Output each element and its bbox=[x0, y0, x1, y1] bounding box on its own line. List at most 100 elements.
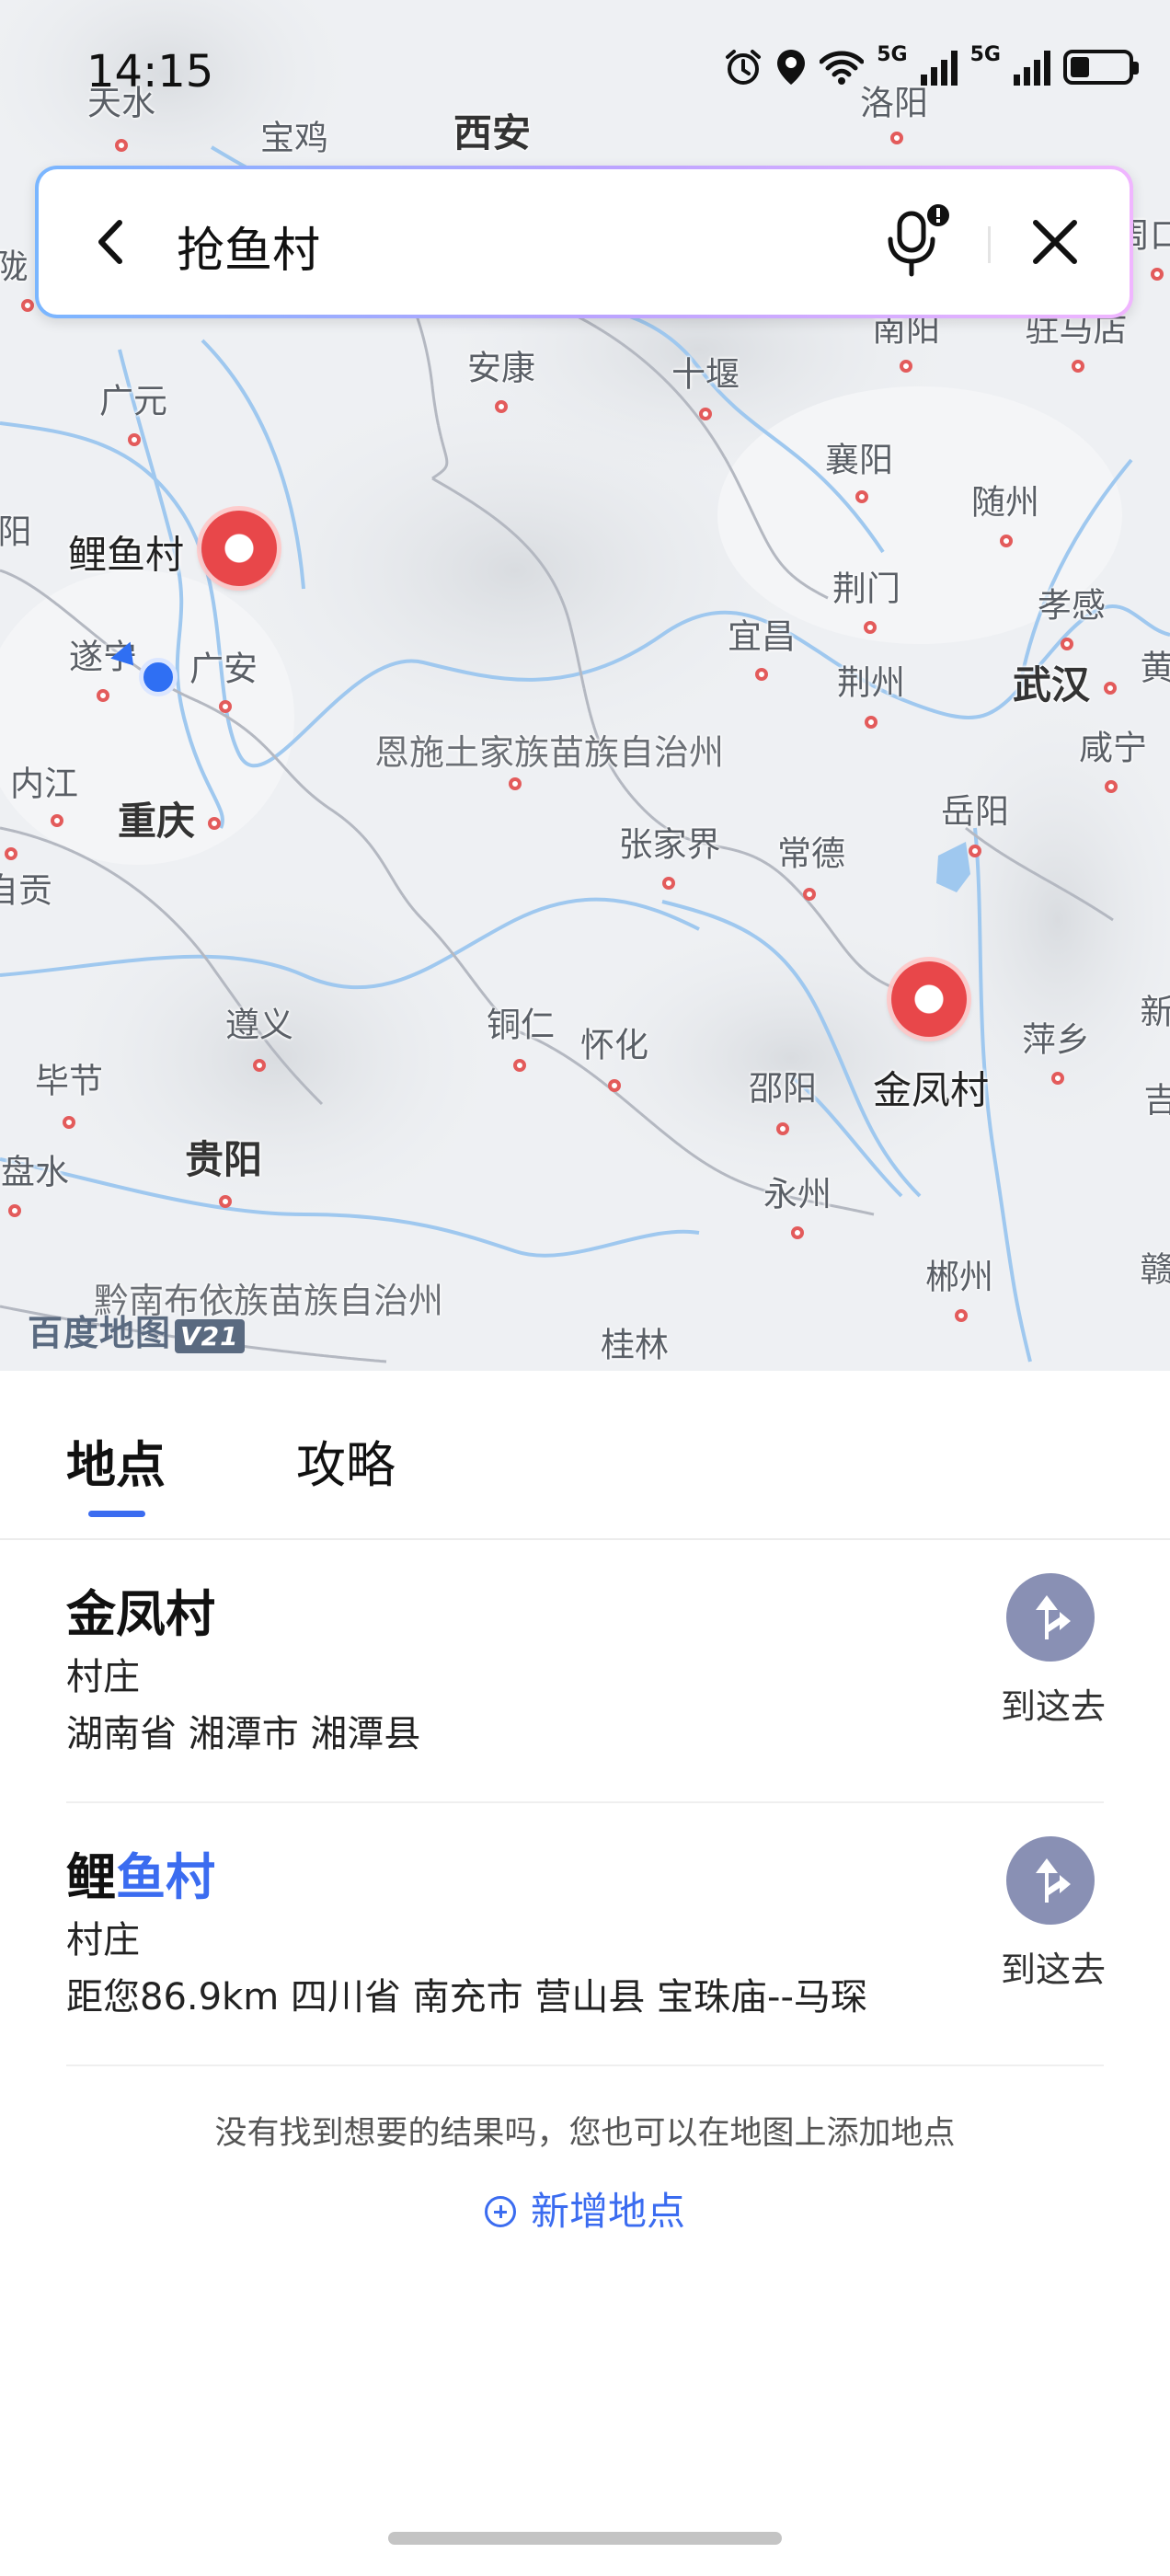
city-dot bbox=[219, 700, 232, 713]
directions-button[interactable] bbox=[1006, 1573, 1095, 1662]
map-label: 铜仁 bbox=[487, 1005, 555, 1045]
directions-label[interactable]: 到这去 bbox=[993, 1678, 1113, 1729]
city-dot bbox=[1104, 682, 1117, 695]
microphone-icon[interactable] bbox=[883, 202, 955, 280]
divider bbox=[66, 2064, 1104, 2066]
city-dot bbox=[864, 621, 877, 634]
result-item[interactable]: 鲤鱼村 村庄 距您86.9km 四川省 南充市 营山县 宝珠庙--马琛 到这去 bbox=[0, 1803, 1170, 2066]
map-label: 武汉 bbox=[1012, 662, 1091, 707]
result-name-text: 鲤 bbox=[66, 1848, 116, 1906]
alarm-icon bbox=[726, 50, 762, 85]
pin-label: 鲤鱼村 bbox=[67, 532, 185, 578]
map-label: 阳 bbox=[0, 512, 32, 552]
battery-icon bbox=[1063, 50, 1139, 85]
map-label: 郴州 bbox=[925, 1257, 993, 1297]
map-label: 西安 bbox=[453, 110, 532, 155]
city-dot bbox=[803, 888, 816, 901]
city-dot bbox=[890, 132, 903, 144]
map-label: 桂林 bbox=[601, 1325, 669, 1365]
result-name: 鲤鱼村 bbox=[66, 1836, 215, 1909]
map-label: 吉 bbox=[1143, 1080, 1170, 1121]
map-label: 黄 bbox=[1140, 648, 1170, 688]
city-dot bbox=[219, 1195, 232, 1208]
map-label: 安康 bbox=[467, 348, 535, 388]
city-dot bbox=[63, 1116, 75, 1129]
city-dot bbox=[776, 1122, 789, 1135]
status-time: 14:15 bbox=[86, 46, 214, 98]
city-dot bbox=[8, 1204, 21, 1217]
directions-label[interactable]: 到这去 bbox=[993, 1941, 1113, 1992]
map-label: 陇 bbox=[0, 247, 29, 287]
city-dot bbox=[1000, 535, 1013, 547]
result-type: 村庄 bbox=[66, 1919, 140, 1961]
result-name-highlight: 鱼村 bbox=[116, 1848, 215, 1906]
network-type-label: 5G bbox=[877, 42, 908, 66]
search-divider bbox=[988, 226, 991, 263]
map-label: 赣 bbox=[1140, 1249, 1170, 1290]
directions-button[interactable] bbox=[1006, 1836, 1095, 1925]
map-label: 自贡 bbox=[0, 870, 52, 911]
search-query[interactable]: 抢鱼村 bbox=[177, 212, 320, 281]
city-dot bbox=[865, 716, 878, 729]
city-dot bbox=[115, 139, 128, 152]
map-label: 襄阳 bbox=[825, 440, 893, 480]
city-dot bbox=[955, 1309, 968, 1322]
map-label: 贵阳 bbox=[184, 1137, 263, 1182]
result-name-text: 金凤村 bbox=[66, 1585, 215, 1643]
map-label: 张家界 bbox=[618, 824, 721, 865]
status-icons: 5G 5G bbox=[724, 43, 1139, 86]
home-indicator[interactable] bbox=[388, 2532, 782, 2545]
city-dot bbox=[755, 668, 768, 681]
result-address: 湖南省 湘潭市 湘潭县 bbox=[66, 1713, 421, 1755]
city-dot bbox=[1105, 780, 1118, 793]
network-type-label: 5G bbox=[969, 42, 1001, 66]
map-label: 恩施土家族苗族自治州 bbox=[373, 732, 725, 773]
signal-icon bbox=[920, 49, 958, 86]
city-dot bbox=[608, 1079, 621, 1092]
result-pin[interactable] bbox=[201, 511, 277, 586]
route-arrow-icon bbox=[1036, 1595, 1071, 1639]
tab-guides[interactable]: 攻略 bbox=[296, 1424, 396, 1497]
map-watermark: 百度地图 V21 bbox=[28, 1305, 245, 1355]
map-label: 广元 bbox=[99, 381, 167, 421]
map-label: 随州 bbox=[971, 482, 1039, 523]
result-item[interactable]: 金凤村 村庄 湖南省 湘潭市 湘潭县 到这去 bbox=[0, 1540, 1170, 1803]
city-dot bbox=[21, 299, 34, 312]
map-label: 邵阳 bbox=[749, 1068, 817, 1109]
map-label: 宝鸡 bbox=[260, 118, 328, 158]
wifi-icon bbox=[820, 51, 865, 85]
back-arrow-icon[interactable] bbox=[85, 213, 142, 270]
city-dot bbox=[969, 845, 981, 857]
location-icon bbox=[777, 50, 806, 85]
city-dot bbox=[97, 689, 109, 702]
watermark-version: V21 bbox=[175, 1319, 245, 1353]
signal-icon bbox=[1014, 49, 1050, 86]
watermark-text: 百度地图 bbox=[28, 1313, 172, 1353]
city-dot bbox=[5, 847, 17, 860]
search-bar[interactable]: 抢鱼村 bbox=[35, 166, 1133, 318]
tab-bar: 地点 攻略 bbox=[0, 1371, 1170, 1540]
map-label: 荆州 bbox=[837, 662, 905, 703]
map-label: 新 bbox=[1140, 992, 1170, 1032]
map-label: 毕节 bbox=[35, 1061, 103, 1101]
city-dot bbox=[1051, 1072, 1064, 1085]
map-label: 十堰 bbox=[671, 354, 740, 395]
map-label: 重庆 bbox=[117, 799, 196, 844]
add-place-link[interactable]: 新增地点 bbox=[0, 2180, 1170, 2237]
city-dot bbox=[1072, 360, 1084, 373]
map-label: 盘水 bbox=[1, 1152, 69, 1192]
map-label: 萍乡 bbox=[1022, 1019, 1090, 1060]
status-bar: 14:15 5G 5G bbox=[0, 37, 1170, 110]
close-icon[interactable] bbox=[1027, 213, 1084, 270]
city-dot bbox=[1061, 638, 1073, 650]
map-label: 咸宁 bbox=[1079, 728, 1147, 768]
not-found-hint: 没有找到想要的结果吗，您也可以在地图上添加地点 bbox=[214, 2115, 956, 2152]
add-place-label: 新增地点 bbox=[530, 2189, 685, 2234]
result-pin[interactable] bbox=[891, 961, 967, 1037]
city-dot bbox=[1151, 268, 1164, 281]
battery-level bbox=[1071, 57, 1090, 77]
city-dot bbox=[662, 877, 675, 890]
tab-places[interactable]: 地点 bbox=[66, 1424, 166, 1497]
map-label: 孝感 bbox=[1038, 585, 1106, 626]
city-dot bbox=[509, 777, 522, 790]
